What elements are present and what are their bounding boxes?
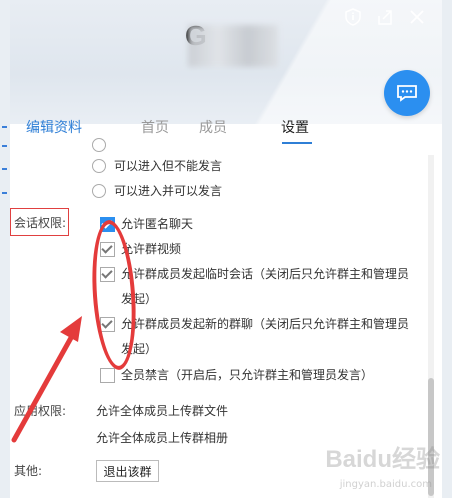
watermark-logo: Baidu经验	[325, 446, 440, 473]
watermark-url: jingyan.baidu.com	[339, 479, 432, 490]
annotation-arrow	[11, 316, 82, 443]
